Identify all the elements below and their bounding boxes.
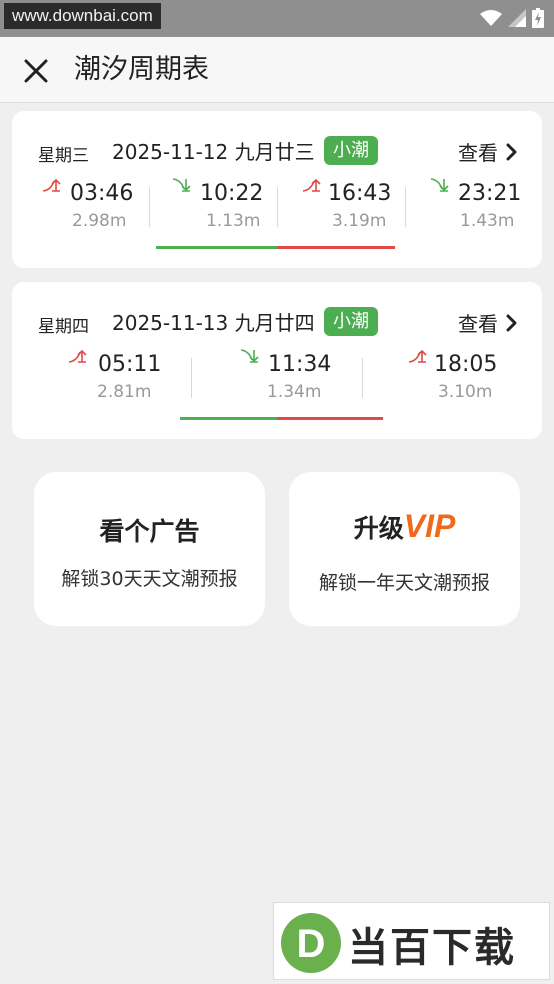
tide-row: 05:11 2.81m 11:34 1.34m 18:05 3.10m [12, 348, 542, 408]
weekday-label: 星期四 [38, 317, 89, 337]
tide-time: 18:05 [434, 352, 498, 377]
view-label: 查看 [458, 312, 498, 336]
status-bar: www.downbai.com [0, 0, 554, 37]
promo-subtitle: 解锁30天天文潮预报 [61, 568, 238, 590]
chevron-right-icon [506, 314, 517, 331]
promo-title: 升级VIP [289, 508, 520, 545]
tide-time: 23:21 [458, 181, 522, 206]
tide-time: 05:11 [98, 352, 162, 377]
tide-height: 2.81m [97, 382, 152, 402]
vip-label: VIP [403, 508, 456, 544]
brand-logo-letter: D [297, 922, 326, 966]
tide-height: 1.13m [206, 211, 261, 231]
brand-watermark: D 当百下载 [273, 902, 550, 980]
divider [277, 187, 278, 227]
watch-ad-button[interactable]: 看个广告 解锁30天天文潮预报 [34, 472, 265, 626]
divider [405, 187, 406, 227]
tide-rising-icon [42, 178, 61, 192]
date-label: 2025-11-12 九月廿三 [112, 140, 315, 164]
promo-subtitle: 解锁一年天文潮预报 [318, 572, 490, 594]
brand-logo-icon: D [281, 913, 341, 973]
tide-time: 16:43 [328, 181, 392, 206]
current-tide-bar-low [156, 246, 277, 249]
tide-falling-icon [240, 349, 259, 363]
battery-charging-icon [532, 8, 544, 28]
tide-entry: 18:05 3.10m [408, 348, 528, 408]
tide-entry: 11:34 1.34m [240, 348, 360, 408]
tide-entry: 05:11 2.81m [68, 348, 188, 408]
view-button[interactable]: 查看 [458, 308, 518, 337]
divider [191, 358, 192, 398]
page-title: 潮汐周期表 [74, 54, 209, 85]
wifi-icon [480, 10, 502, 26]
tide-rising-icon [302, 178, 321, 192]
current-tide-bar-high [277, 417, 383, 420]
tide-day-card: 星期四 2025-11-13 九月廿四 小潮 查看 05:11 2.81m 11… [12, 282, 542, 439]
tide-type-badge: 小潮 [324, 307, 378, 336]
divider [149, 187, 150, 227]
header: 潮汐周期表 [0, 37, 554, 103]
tide-height: 3.19m [332, 211, 387, 231]
tide-rising-icon [68, 349, 87, 363]
tide-height: 1.43m [460, 211, 515, 231]
tide-entry: 03:46 2.98m [42, 177, 147, 237]
tide-type-badge: 小潮 [324, 136, 378, 165]
tide-time: 10:22 [200, 181, 264, 206]
view-label: 查看 [458, 141, 498, 165]
view-button[interactable]: 查看 [458, 137, 518, 166]
tide-entry: 23:21 1.43m [430, 177, 535, 237]
brand-text: 当百下载 [348, 925, 516, 971]
chevron-right-icon [506, 143, 517, 160]
tide-height: 1.34m [267, 382, 322, 402]
promo-title: 看个广告 [99, 517, 200, 546]
tide-rising-icon [408, 349, 427, 363]
upgrade-vip-button[interactable]: 升级VIP 解锁一年天文潮预报 [289, 472, 520, 626]
tide-falling-icon [172, 178, 191, 192]
promo-title-prefix: 升级 [353, 514, 404, 543]
tide-time: 11:34 [268, 352, 332, 377]
current-tide-bar-low [180, 417, 277, 420]
current-tide-bar-high [277, 246, 395, 249]
tide-falling-icon [430, 178, 449, 192]
tide-entry: 10:22 1.13m [172, 177, 277, 237]
system-icons [480, 8, 544, 28]
close-icon[interactable] [20, 55, 52, 87]
tide-height: 3.10m [438, 382, 493, 402]
tide-time: 03:46 [70, 181, 134, 206]
watermark-url: www.downbai.com [4, 3, 161, 29]
weekday-label: 星期三 [38, 146, 89, 166]
date-label: 2025-11-13 九月廿四 [112, 311, 315, 335]
divider [362, 358, 363, 398]
tide-entry: 16:43 3.19m [302, 177, 407, 237]
tide-day-card: 星期三 2025-11-12 九月廿三 小潮 查看 03:46 2.98m 10… [12, 111, 542, 268]
tide-height: 2.98m [72, 211, 127, 231]
signal-icon [508, 9, 526, 27]
tide-row: 03:46 2.98m 10:22 1.13m 16:43 3.19m 23:2… [12, 177, 542, 237]
